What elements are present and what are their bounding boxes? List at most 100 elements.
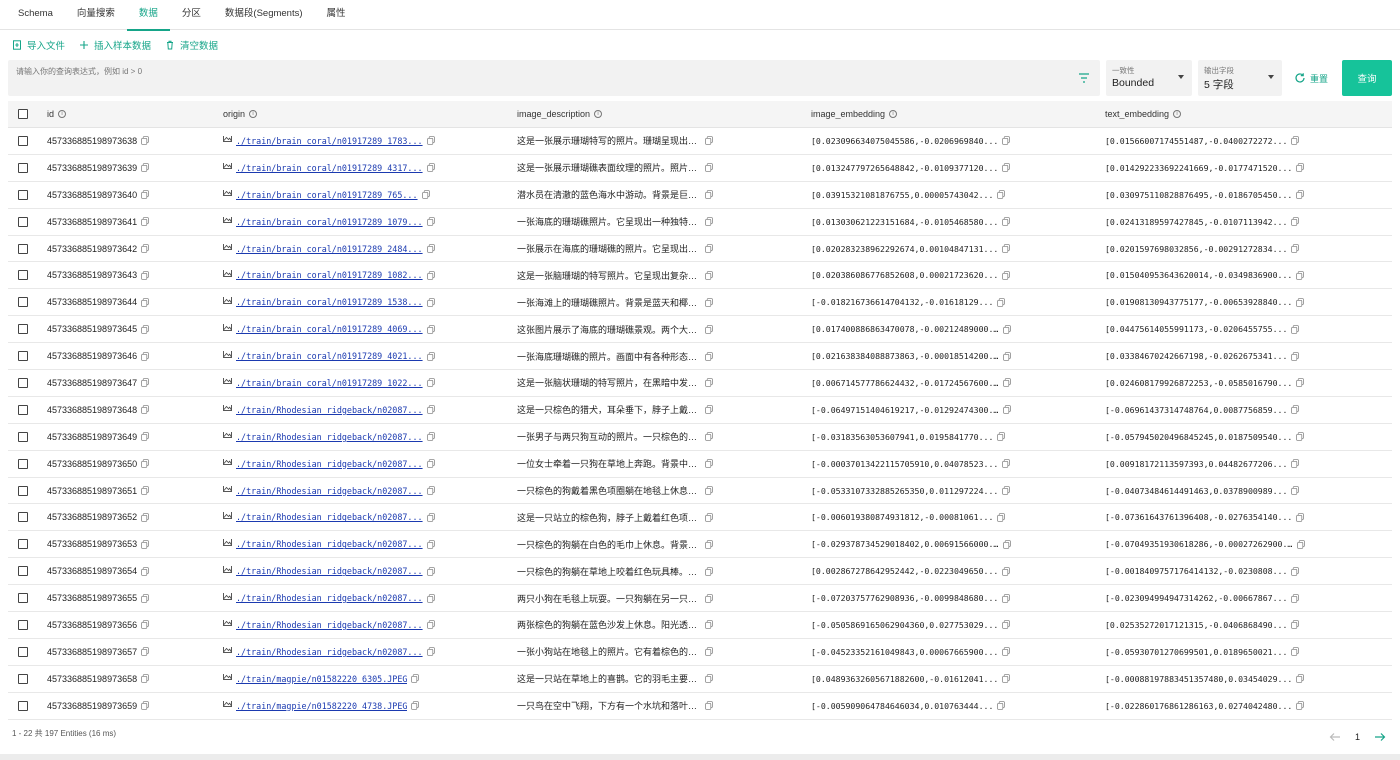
tab-item[interactable]: 数据段(Segments)	[213, 0, 315, 30]
row-checkbox[interactable]	[18, 619, 28, 630]
copy-icon[interactable]	[411, 701, 420, 710]
table-row[interactable]: 457336885198973649 ./train/Rhodesian_ridg…	[8, 424, 1392, 451]
copy-icon[interactable]	[705, 190, 713, 200]
copy-icon[interactable]	[141, 459, 149, 468]
origin-link[interactable]: ./train/brain_coral/n01917289_1538...	[236, 297, 423, 307]
copy-icon[interactable]	[421, 190, 430, 200]
copy-icon[interactable]	[426, 244, 435, 253]
query-expression-input[interactable]: 请输入你的查询表达式，例如 id > 0	[8, 60, 1100, 96]
select-all-checkbox[interactable]	[18, 109, 28, 119]
copy-icon[interactable]	[141, 647, 149, 657]
row-checkbox[interactable]	[18, 324, 28, 335]
copy-icon[interactable]	[141, 351, 149, 361]
copy-icon[interactable]	[1296, 513, 1305, 522]
copy-icon[interactable]	[141, 271, 149, 280]
copy-icon[interactable]	[426, 486, 435, 495]
origin-link[interactable]: ./train/Rhodesian_ridgeback/n02087...	[236, 539, 423, 549]
origin-link[interactable]: ./train/Rhodesian_ridgeback/n02087...	[236, 459, 423, 469]
arrow-right-icon[interactable]	[1374, 731, 1386, 743]
origin-link[interactable]: ./train/brain_coral/n01917289_4069...	[236, 324, 423, 334]
copy-icon[interactable]	[1291, 566, 1300, 576]
copy-icon[interactable]	[705, 486, 713, 495]
copy-icon[interactable]	[141, 674, 149, 684]
column-header-image-description[interactable]: image_description i	[517, 109, 802, 119]
row-checkbox[interactable]	[18, 189, 28, 200]
copy-icon[interactable]	[997, 513, 1006, 522]
copy-icon[interactable]	[1296, 674, 1305, 684]
copy-icon[interactable]	[1003, 324, 1011, 334]
copy-icon[interactable]	[705, 136, 713, 146]
copy-icon[interactable]	[1002, 459, 1011, 468]
copy-icon[interactable]	[705, 593, 713, 603]
copy-icon[interactable]	[426, 432, 435, 442]
copy-icon[interactable]	[141, 217, 149, 226]
copy-icon[interactable]	[705, 647, 713, 657]
copy-icon[interactable]	[426, 217, 435, 226]
copy-icon[interactable]	[705, 674, 713, 684]
copy-icon[interactable]	[426, 620, 435, 630]
copy-icon[interactable]	[141, 593, 149, 603]
copy-icon[interactable]	[1002, 136, 1011, 146]
column-header-text-embedding[interactable]: text_embedding i	[1105, 109, 1395, 119]
column-header-image-embedding[interactable]: image_embedding i	[811, 109, 1101, 119]
copy-icon[interactable]	[1291, 217, 1300, 226]
copy-icon[interactable]	[141, 405, 149, 415]
table-row[interactable]: 457336885198973651 ./train/Rhodesian_ridg…	[8, 478, 1392, 505]
origin-link[interactable]: ./train/Rhodesian_ridgeback/n02087...	[236, 405, 423, 415]
tab-item[interactable]: 向量搜索	[65, 0, 127, 30]
row-checkbox[interactable]	[18, 216, 28, 227]
copy-icon[interactable]	[705, 351, 713, 361]
copy-icon[interactable]	[141, 190, 149, 200]
copy-icon[interactable]	[705, 432, 713, 442]
table-row[interactable]: 457336885198973645 ./train/brain_coral/n0…	[8, 316, 1392, 344]
copy-icon[interactable]	[1003, 351, 1011, 361]
origin-link[interactable]: ./train/brain_coral/n01917289_1082...	[236, 270, 423, 280]
copy-icon[interactable]	[426, 351, 435, 361]
table-row[interactable]: 457336885198973659 ./train/magpie/n015822…	[8, 693, 1392, 720]
row-checkbox[interactable]	[18, 243, 28, 254]
copy-icon[interactable]	[426, 163, 435, 173]
copy-icon[interactable]	[997, 432, 1006, 442]
copy-icon[interactable]	[705, 297, 713, 307]
table-row[interactable]: 457336885198973652 ./train/Rhodesian_ridg…	[8, 504, 1392, 532]
row-checkbox[interactable]	[18, 135, 28, 146]
table-row[interactable]: 457336885198973655 ./train/Rhodesian_ridg…	[8, 585, 1392, 613]
copy-icon[interactable]	[705, 217, 713, 226]
row-checkbox[interactable]	[18, 700, 28, 711]
import-file-button[interactable]: 导入文件	[12, 38, 65, 52]
row-checkbox[interactable]	[18, 593, 28, 604]
copy-icon[interactable]	[426, 405, 435, 415]
copy-icon[interactable]	[705, 271, 713, 280]
copy-icon[interactable]	[705, 513, 713, 522]
copy-icon[interactable]	[1002, 271, 1011, 280]
origin-link[interactable]: ./train/magpie/n01582220_6305.JPEG	[236, 674, 407, 684]
copy-icon[interactable]	[1002, 620, 1011, 630]
table-row[interactable]: 457336885198973646 ./train/brain_coral/n0…	[8, 343, 1392, 371]
row-checkbox[interactable]	[18, 270, 28, 281]
row-checkbox[interactable]	[18, 539, 28, 550]
row-checkbox[interactable]	[18, 673, 28, 684]
table-row[interactable]: 457336885198973650 ./train/Rhodesian_ridg…	[8, 451, 1392, 478]
tab-item[interactable]: 分区	[170, 0, 213, 30]
origin-link[interactable]: ./train/brain_coral/n01917289_765...	[236, 190, 418, 200]
copy-icon[interactable]	[705, 378, 713, 388]
copy-icon[interactable]	[426, 566, 435, 576]
copy-icon[interactable]	[705, 566, 713, 576]
copy-icon[interactable]	[1296, 701, 1305, 710]
copy-icon[interactable]	[411, 674, 420, 684]
copy-icon[interactable]	[1002, 217, 1011, 226]
copy-icon[interactable]	[141, 486, 149, 495]
copy-icon[interactable]	[705, 405, 713, 415]
table-row[interactable]: 457336885198973639 ./train/brain_coral/n0…	[8, 155, 1392, 182]
copy-icon[interactable]	[705, 620, 713, 630]
copy-icon[interactable]	[1291, 324, 1300, 334]
row-checkbox[interactable]	[18, 162, 28, 173]
copy-icon[interactable]	[141, 432, 149, 442]
row-checkbox[interactable]	[18, 431, 28, 442]
tab-item[interactable]: 数据	[126, 0, 170, 31]
origin-link[interactable]: ./train/brain_coral/n01917289_1022...	[236, 378, 423, 388]
row-checkbox[interactable]	[18, 566, 28, 577]
copy-icon[interactable]	[1291, 136, 1300, 146]
copy-icon[interactable]	[141, 566, 149, 576]
column-header-id[interactable]: id i	[47, 109, 217, 119]
